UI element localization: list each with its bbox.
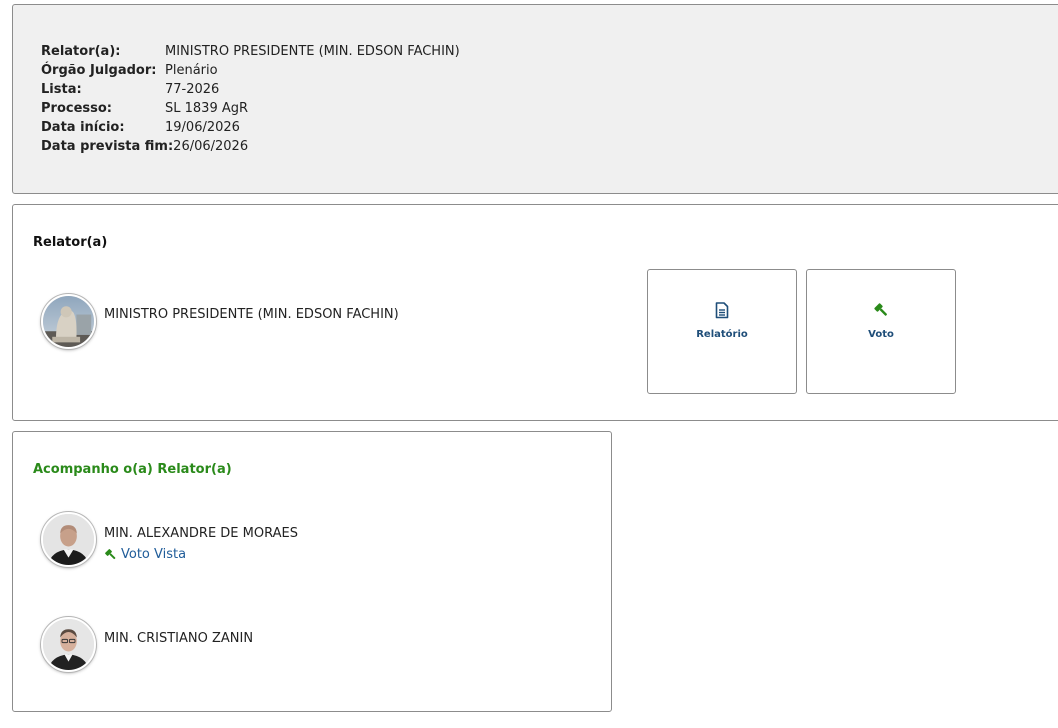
member-name: MIN. CRISTIANO ZANIN (104, 631, 254, 646)
process-info-table: Relator(a): MINISTRO PRESIDENTE (MIN. ED… (41, 42, 460, 156)
member-name: MIN. ALEXANDRE DE MORAES (104, 526, 298, 541)
info-value: SL 1839 AgR (165, 101, 249, 116)
info-label: Data início: (41, 120, 125, 135)
relator-section-title: Relator(a) (33, 235, 108, 250)
info-value: 19/06/2026 (165, 120, 240, 135)
member-photo (43, 514, 94, 565)
info-label: Órgão Julgador: (41, 63, 157, 78)
gavel-icon (105, 549, 116, 560)
info-value: MINISTRO PRESIDENTE (MIN. EDSON FACHIN) (165, 44, 460, 59)
accompany-section-title: Acompanho o(a) Relator(a) (33, 462, 232, 477)
accompany-relator-panel: Acompanho o(a) Relator(a) MIN. ALEXANDRE… (12, 431, 612, 712)
info-row-relator: Relator(a): MINISTRO PRESIDENTE (MIN. ED… (41, 42, 460, 61)
report-button-label: Relatório (696, 329, 748, 340)
gavel-icon (807, 302, 955, 322)
voto-vista-link[interactable]: Voto Vista (104, 547, 186, 562)
avatar (41, 617, 96, 672)
info-label: Data prevista fim: (41, 139, 174, 154)
avatar (41, 294, 96, 349)
voto-vista-label: Voto Vista (121, 547, 187, 562)
avatar (41, 512, 96, 567)
info-row-data-fim: Data prevista fim: 26/06/2026 (41, 137, 460, 156)
info-value: Plenário (165, 63, 218, 78)
info-row-lista: Lista: 77-2026 (41, 80, 460, 99)
info-row-orgao: Órgão Julgador: Plenário (41, 61, 460, 80)
process-info-panel: Relator(a): MINISTRO PRESIDENTE (MIN. ED… (12, 4, 1058, 194)
document-icon (648, 302, 796, 322)
info-value: 77-2026 (165, 82, 220, 97)
relator-member-name: MINISTRO PRESIDENTE (MIN. EDSON FACHIN) (104, 307, 399, 322)
statue-avatar-image (43, 296, 94, 347)
info-label: Lista: (41, 82, 82, 97)
info-value: 26/06/2026 (173, 139, 249, 154)
vote-button[interactable]: Voto (806, 269, 956, 394)
info-row-data-inicio: Data início: 19/06/2026 (41, 118, 460, 137)
vote-button-label: Voto (868, 329, 894, 340)
member-photo (43, 619, 94, 670)
info-label: Processo: (41, 101, 112, 116)
info-row-processo: Processo: SL 1839 AgR (41, 99, 460, 118)
info-label: Relator(a): (41, 44, 121, 59)
relator-panel: Relator(a) MINISTRO PRESIDENTE (MIN. EDS… (12, 204, 1058, 421)
report-button[interactable]: Relatório (647, 269, 797, 394)
